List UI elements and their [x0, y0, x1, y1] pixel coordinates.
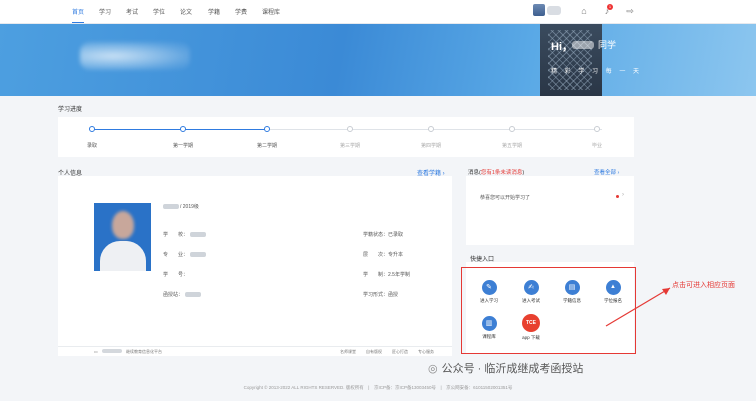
step-dot: [594, 126, 600, 132]
progress-line-done: [92, 129, 266, 130]
monitor-icon: ▭: [94, 349, 98, 354]
school-row: 学 校：: [163, 231, 207, 238]
banner-tower-image: [540, 24, 602, 96]
quick-enter-exam[interactable]: ✍ 进入考试: [513, 280, 549, 304]
nav-degree[interactable]: 学位: [153, 7, 165, 16]
greeting-name-blurred: [572, 41, 594, 49]
messages-title: 消息(您有1条未读消息): [468, 170, 525, 176]
greeting: Hi，: [551, 41, 573, 53]
step-dot: [347, 126, 353, 132]
info-footer: ▭ 继续教育信息化平台 名师课堂 自有版权 匠心打造 专心服务: [58, 346, 452, 356]
nav-exam[interactable]: 考试: [126, 7, 138, 16]
progress-card: 录取 第一学期 第二学期 第三学期 第四学期 第五学期 毕业: [58, 117, 634, 157]
message-item[interactable]: 恭喜您可以开始学习了: [480, 194, 530, 201]
step-label: 录取: [86, 143, 98, 149]
unread-dot: [616, 195, 619, 198]
exam-icon: ✍: [523, 280, 539, 295]
center-row: 函授站：: [163, 291, 202, 298]
quick-enter-study[interactable]: ✎ 进入学习: [471, 280, 507, 304]
slogan: 精 彩 学 习 每 一 天: [551, 69, 643, 75]
step-label: 第四学期: [420, 143, 442, 149]
copyright: Copyright © 2013-2022 ALL RIGHTS RESERVE…: [243, 385, 513, 390]
welcome-banner: Hi， 同学 精 彩 学 习 每 一 天: [0, 24, 756, 96]
nav-status[interactable]: 学籍: [208, 7, 220, 16]
nav-fees[interactable]: 学费: [235, 7, 247, 16]
library-icon: ▥: [481, 316, 497, 331]
wechat-watermark: ◎ 公众号 · 临沂成继成考函授站: [428, 363, 584, 375]
footer-link[interactable]: 自有版权: [366, 349, 382, 355]
nav-thesis[interactable]: 论文: [180, 7, 192, 16]
wechat-icon: ◎: [428, 363, 438, 375]
pencil-icon: ✎: [481, 280, 497, 295]
step-dot: [180, 126, 186, 132]
quick-app-download[interactable]: TCE app 下载: [513, 314, 549, 341]
major-row: 专 业：: [163, 251, 207, 258]
footer-link[interactable]: 名师课堂: [340, 349, 356, 355]
footer-link[interactable]: 专心服务: [418, 349, 434, 355]
view-all-messages-link[interactable]: 查看全部 ›: [594, 168, 619, 176]
step-label: 第一学期: [172, 143, 194, 149]
progress-title: 学习进度: [58, 107, 83, 113]
step-label: 第三学期: [339, 143, 361, 149]
step-dot: [89, 126, 95, 132]
nav-course-library[interactable]: 课程库: [262, 7, 280, 16]
personal-info-card: / 2019级 学 校： 专 业： 学 号： 函授站： 学籍状态：已录取 层 次…: [58, 176, 452, 356]
quick-course-library[interactable]: ▥ 课程库: [471, 316, 507, 340]
nav-study[interactable]: 学习: [99, 7, 111, 16]
progress-line-pending: [266, 129, 602, 130]
app-logo-icon: TCE: [522, 314, 540, 332]
annotation-text: 点击可进入相应页面: [672, 282, 735, 289]
system-row: 学 制：2.5年学制: [363, 272, 410, 278]
footer-link[interactable]: 匠心打造: [392, 349, 408, 355]
step-label: 第五学期: [501, 143, 523, 149]
status-row: 学籍状态：已录取: [363, 232, 404, 238]
student-name-grade: / 2019级: [163, 203, 199, 210]
mode-row: 学习形式：函授: [363, 292, 399, 298]
shirt-icon[interactable]: ⌂: [578, 5, 590, 17]
step-dot: [264, 126, 270, 132]
annotation-arrow: [605, 287, 671, 327]
messages-card: 恭喜您可以开始学习了 ›: [466, 176, 634, 245]
greeting-suffix: 同学: [598, 40, 617, 50]
platform-name-blurred: [102, 349, 122, 353]
nav-home[interactable]: 首页: [72, 7, 85, 23]
quick-status-info[interactable]: ▤ 学籍信息: [554, 280, 590, 304]
user-avatar[interactable]: [533, 4, 545, 16]
step-label: 毕业: [591, 143, 603, 149]
logout-icon[interactable]: ⇨: [624, 5, 636, 17]
step-label: 第二学期: [256, 143, 278, 149]
student-no-row: 学 号：: [163, 272, 189, 278]
user-name-blurred[interactable]: [547, 6, 561, 15]
chevron-right-icon: ›: [622, 192, 624, 198]
student-photo: [94, 203, 151, 271]
top-nav: 首页 学习 考试 学位 论文 学籍 学费 课程库 ⌂ ♪ 1 ⇨: [0, 0, 756, 24]
platform-label: 继续教育信息化平台: [126, 349, 162, 354]
notification-badge: 1: [607, 4, 613, 10]
school-logo: [80, 42, 190, 70]
step-dot: [509, 126, 515, 132]
level-row: 层 次：专升本: [363, 252, 404, 258]
document-icon: ▤: [564, 280, 580, 295]
step-dot: [428, 126, 434, 132]
